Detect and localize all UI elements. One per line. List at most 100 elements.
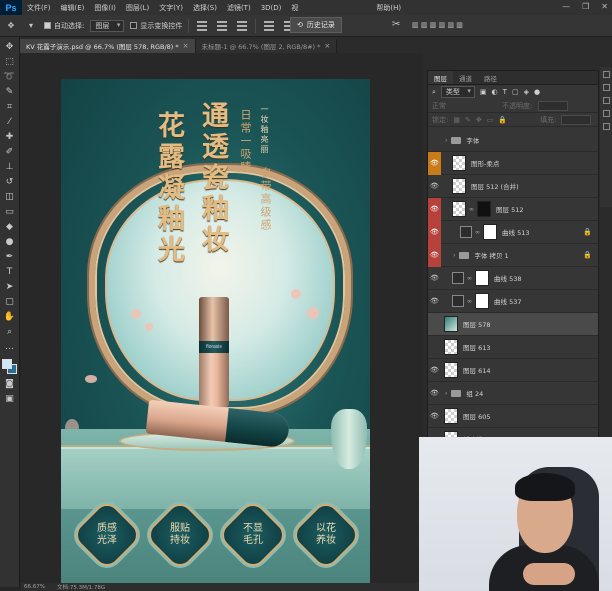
mask-thumbnail[interactable] xyxy=(475,270,489,286)
layer-row[interactable]: 👁 图层 613 xyxy=(428,336,598,359)
panel-icon[interactable] xyxy=(602,123,610,130)
filter-pixel-icon[interactable]: ▣ xyxy=(480,88,487,96)
close-button[interactable]: ✕ xyxy=(601,2,608,11)
crop-tool-icon[interactable]: ⌗ xyxy=(3,101,17,113)
color-swatches[interactable] xyxy=(1,359,18,375)
stamp-tool-icon[interactable]: ⊥ xyxy=(3,161,17,173)
panel-icon[interactable] xyxy=(602,97,610,104)
layer-name[interactable]: 图层 512 (合并) xyxy=(471,181,519,191)
shape-tool-icon[interactable]: ▢ xyxy=(3,296,17,308)
tab-paths[interactable]: 路径 xyxy=(478,71,503,84)
layer-row[interactable]: 👁 图层 605 xyxy=(428,405,598,428)
align-top-icon[interactable] xyxy=(195,19,209,33)
layer-row[interactable]: 👁 图层 614 xyxy=(428,359,598,382)
layer-row[interactable]: 👁 › 字体 拷贝 1 🔒 xyxy=(428,243,598,267)
layer-name[interactable]: 曲线 513 xyxy=(502,227,529,237)
menu-filter[interactable]: 滤镜(T) xyxy=(222,3,256,13)
visibility-eye-icon[interactable]: 👁 xyxy=(428,313,441,336)
layer-thumbnail[interactable] xyxy=(444,408,458,424)
layer-name[interactable]: 图层 613 xyxy=(463,342,490,352)
layer-thumbnail[interactable] xyxy=(452,155,466,171)
chevron-right-icon[interactable]: › xyxy=(445,137,447,144)
menu-image[interactable]: 图像(I) xyxy=(89,3,121,13)
menu-3d[interactable]: 3D(D) xyxy=(256,4,287,12)
visibility-eye-icon[interactable]: 👁 xyxy=(428,151,441,175)
foreground-color-swatch[interactable] xyxy=(1,359,12,369)
tab-untitled-document[interactable]: 未标题-1 @ 66.7% (图层 2, RGB/8#) * × xyxy=(195,39,338,53)
menu-select[interactable]: 选择(S) xyxy=(188,3,222,13)
chevron-right-icon[interactable]: › xyxy=(445,390,447,397)
canvas-area[interactable]: florasis 通透瓷釉妆 花露凝釉光 日常一吸睛 自带高级感 一妆釉亮丽 质… xyxy=(21,53,423,583)
lock-pixels-icon[interactable]: ▦ xyxy=(453,116,460,124)
brush-tool-icon[interactable]: ✐ xyxy=(3,146,17,158)
layer-list[interactable]: 👁›字体👁图形-柔点👁图层 512 (合并)👁∞图层 512👁∞曲线 513🔒👁… xyxy=(428,129,598,454)
visibility-eye-icon[interactable]: 👁 xyxy=(428,336,441,359)
maximize-button[interactable]: ❐ xyxy=(582,2,589,11)
lasso-tool-icon[interactable]: ➰ xyxy=(3,71,17,83)
layer-thumbnail[interactable] xyxy=(452,201,466,217)
layer-row[interactable]: 👁 ∞ 曲线 513 🔒 xyxy=(428,220,598,244)
zoom-tool-icon[interactable]: ⌕ xyxy=(3,326,17,338)
chevron-right-icon[interactable]: › xyxy=(453,252,455,259)
layer-name[interactable]: 图层 512 xyxy=(496,204,523,214)
lock-move-icon[interactable]: ✥ xyxy=(476,116,482,124)
pen-tool-icon[interactable]: ✒ xyxy=(3,251,17,263)
align-middle-icon[interactable] xyxy=(215,19,229,33)
filter-type-icon[interactable]: T xyxy=(503,88,507,96)
panel-icon[interactable] xyxy=(602,71,610,78)
layer-name[interactable]: 图形-柔点 xyxy=(471,158,499,168)
lock-paint-icon[interactable]: ✎ xyxy=(465,116,471,124)
menu-layer[interactable]: 图层(L) xyxy=(121,3,154,13)
filter-toggle-icon[interactable]: ● xyxy=(534,88,540,96)
history-panel-button[interactable]: ⟲ 历史记录 xyxy=(290,17,342,33)
layer-name[interactable]: 图层 605 xyxy=(463,411,490,421)
layer-row[interactable]: 👁 › 组 24 xyxy=(428,382,598,405)
quick-select-tool-icon[interactable]: ✎ xyxy=(3,86,17,98)
visibility-eye-icon[interactable]: 👁 xyxy=(428,197,441,221)
align-left-icon[interactable] xyxy=(262,19,276,33)
menu-view[interactable]: 视 xyxy=(286,3,303,13)
menu-edit[interactable]: 编辑(E) xyxy=(56,3,90,13)
auto-select-dropdown[interactable]: 图层 xyxy=(90,19,125,32)
layer-name[interactable]: 曲线 538 xyxy=(494,273,521,283)
move-tool-icon[interactable]: ✥ xyxy=(4,19,18,33)
layer-name[interactable]: 字体 xyxy=(466,135,479,145)
layer-name[interactable]: 曲线 537 xyxy=(494,296,521,306)
mask-thumbnail[interactable] xyxy=(475,293,489,309)
artboard[interactable]: florasis 通透瓷釉妆 花露凝釉光 日常一吸睛 自带高级感 一妆釉亮丽 质… xyxy=(61,79,370,583)
minimize-button[interactable]: — xyxy=(562,2,570,11)
visibility-eye-icon[interactable]: 👁 xyxy=(428,382,441,405)
layer-row[interactable]: 👁 图层 512 (合并) xyxy=(428,175,598,198)
link-icon[interactable]: ∞ xyxy=(475,229,480,236)
layer-name[interactable]: 图层 614 xyxy=(463,365,490,375)
close-icon[interactable]: × xyxy=(324,42,330,50)
blur-tool-icon[interactable]: ◆ xyxy=(3,221,17,233)
visibility-eye-icon[interactable]: 👁 xyxy=(428,405,441,428)
tab-kv-document[interactable]: KV 花露子演示.psd @ 66.7% (图层 578, RGB/8) * × xyxy=(20,39,196,53)
move-tool-icon[interactable]: ✥ xyxy=(3,41,17,53)
healing-tool-icon[interactable]: ✚ xyxy=(3,131,17,143)
layer-row[interactable]: 👁 ∞ 图层 512 xyxy=(428,197,598,221)
layer-name[interactable]: 字体 拷贝 1 xyxy=(474,250,508,260)
visibility-eye-icon[interactable]: 👁 xyxy=(428,267,441,290)
opacity-field[interactable] xyxy=(538,100,569,111)
more-tools-icon[interactable]: … xyxy=(3,341,17,353)
link-icon[interactable]: ∞ xyxy=(467,298,472,305)
show-transform-checkbox[interactable]: 显示变换控件 xyxy=(130,21,182,31)
marquee-tool-icon[interactable]: ⬚ xyxy=(3,56,17,68)
quick-mask-icon[interactable]: ◙ xyxy=(3,378,17,390)
gradient-tool-icon[interactable]: ▭ xyxy=(3,206,17,218)
eyedropper-tool-icon[interactable]: ⁄ xyxy=(3,116,17,128)
layer-thumbnail[interactable] xyxy=(452,178,466,194)
layer-row[interactable]: 👁 图形-柔点 xyxy=(428,151,598,175)
tab-layers[interactable]: 图层 xyxy=(428,71,453,84)
link-icon[interactable]: ∞ xyxy=(469,206,474,213)
tab-channels[interactable]: 通道 xyxy=(453,71,478,84)
visibility-eye-icon[interactable]: 👁 xyxy=(428,290,441,313)
distribute-icon[interactable]: ▥ ▥ ▥ ▥ ▥ ▥ xyxy=(412,21,463,29)
mask-thumbnail[interactable] xyxy=(483,224,497,240)
visibility-eye-icon[interactable]: 👁 xyxy=(428,359,441,382)
panel-icon[interactable] xyxy=(602,84,610,91)
path-select-icon[interactable]: ➤ xyxy=(3,281,17,293)
filter-shape-icon[interactable]: ▢ xyxy=(512,88,519,96)
